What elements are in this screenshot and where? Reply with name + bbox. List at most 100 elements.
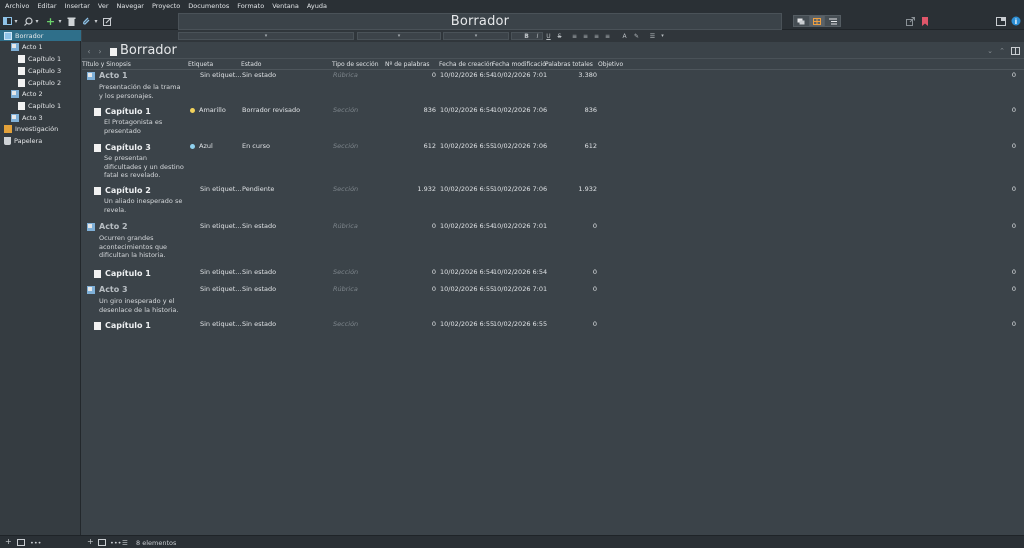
row-label[interactable]: Sin etiquet... (200, 71, 241, 79)
highlight-icon[interactable]: ✎ (632, 32, 641, 40)
document-icon (94, 143, 101, 152)
scrivenings-view-icon[interactable] (794, 16, 810, 26)
menu-item[interactable]: Ver (98, 2, 109, 10)
search-icon[interactable] (24, 15, 33, 27)
bold-button[interactable]: B (522, 32, 531, 40)
paragraph-style-select[interactable]: ▾ (178, 32, 354, 40)
chevron-up-icon[interactable]: ⌃ (998, 45, 1006, 57)
binder-item[interactable]: Investigación (0, 123, 81, 134)
col-word-count[interactable]: Nº de palabras (385, 61, 430, 68)
toolbar-title: Borrador (450, 14, 510, 29)
more-options-icon[interactable]: ••• (110, 539, 122, 547)
inspector-layout-icon[interactable] (996, 15, 1006, 27)
font-family-select[interactable]: ▾ (357, 32, 441, 40)
outliner-row[interactable]: Acto 1 Presentación de la trama y los per… (82, 71, 1024, 101)
binder-item[interactable]: Papelera (0, 135, 81, 146)
align-center-icon[interactable]: ≡ (581, 32, 590, 40)
add-folder-icon[interactable] (98, 539, 106, 548)
menu-item[interactable]: Editar (37, 2, 56, 10)
binder-item[interactable]: Borrador (0, 30, 81, 41)
row-status: En curso (242, 142, 271, 150)
col-title[interactable]: Título y Sinopsis (82, 61, 131, 68)
col-total-words[interactable]: Palabras totales (545, 61, 593, 68)
menu-item[interactable]: Archivo (5, 2, 29, 10)
font-style-select[interactable]: ▾ (443, 32, 509, 40)
add-folder-icon[interactable] (17, 539, 25, 548)
share-icon[interactable] (906, 15, 915, 27)
binder-item[interactable]: Acto 1 (0, 41, 81, 52)
menu-item[interactable]: Ayuda (307, 2, 327, 10)
row-label[interactable]: Sin etiquet... (200, 222, 241, 230)
outliner-view-icon[interactable] (825, 16, 840, 26)
binder-item[interactable]: Acto 2 (0, 88, 81, 99)
add-icon[interactable]: + (5, 537, 12, 546)
chevron-down-icon[interactable]: ▾ (34, 15, 40, 27)
chevron-down-icon[interactable]: ▾ (658, 32, 667, 40)
list-icon[interactable]: ☰ (648, 32, 657, 40)
chevron-down-icon[interactable]: ⌄ (986, 45, 994, 57)
split-editor-icon[interactable] (1011, 45, 1020, 57)
row-label[interactable]: Sin etiquet... (200, 320, 241, 328)
row-label[interactable]: Sin etiquet... (200, 285, 241, 293)
menu-bar: Archivo Editar Insertar Ver Navegar Proyecto D… (0, 0, 1024, 12)
attachment-icon[interactable] (82, 15, 91, 27)
binder-item[interactable]: Capítulo 2 (0, 77, 81, 88)
menu-item[interactable]: Ventana (272, 2, 299, 10)
col-modified[interactable]: Fecha modificació (492, 61, 546, 68)
chevron-down-icon[interactable]: ▾ (57, 15, 63, 27)
outliner-row[interactable]: Capítulo 3 Se presentan dificultades y un… (82, 142, 1024, 179)
binder-item[interactable]: Acto 3 (0, 112, 81, 123)
corkboard-view-icon[interactable] (809, 16, 826, 26)
document-icon (18, 78, 25, 87)
row-total-words: 0 (592, 285, 597, 293)
document-title-box[interactable]: Borrador (178, 13, 782, 30)
col-label[interactable]: Etiqueta (188, 61, 213, 68)
outliner-row[interactable]: Capítulo 1 El Protagonista es presentado A… (82, 106, 1024, 136)
col-target[interactable]: Objetivo (598, 61, 623, 68)
align-right-icon[interactable]: ≡ (592, 32, 601, 40)
binder-item[interactable]: Capítulo 1 (0, 100, 81, 111)
binder-item-label: Acto 1 (22, 42, 43, 51)
binder-item[interactable]: Capítulo 3 (0, 65, 81, 76)
col-status[interactable]: Estado (241, 61, 261, 68)
menu-item[interactable]: Formato (237, 2, 264, 10)
row-label[interactable]: Sin etiquet... (200, 268, 241, 276)
binder-sidebar: Borrador Acto 1 Capítulo 1 Capítulo 3 Capítu… (0, 30, 81, 535)
row-label[interactable]: Sin etiquet... (200, 185, 241, 193)
document-icon (94, 107, 101, 116)
strikethrough-button[interactable]: S (555, 32, 564, 40)
research-folder-icon (4, 124, 12, 133)
text-color-icon[interactable]: A (620, 32, 629, 40)
outliner-row[interactable]: Capítulo 1 Sin etiquet... Sin estado Secció… (82, 320, 1024, 350)
column-options-icon[interactable]: ☰ (122, 539, 128, 547)
chevron-down-icon[interactable]: ▾ (13, 15, 19, 27)
col-section-type[interactable]: Tipo de sección (332, 61, 379, 68)
binder-item[interactable]: Capítulo 1 (0, 53, 81, 64)
outliner-row[interactable]: Capítulo 2 Un aliado inesperado se revela… (82, 185, 1024, 215)
binder-toggle-icon[interactable] (3, 15, 12, 27)
align-left-icon[interactable]: ≡ (570, 32, 579, 40)
info-icon[interactable]: i (1011, 15, 1021, 27)
outliner-row[interactable]: Acto 2 Ocurren grandes acontecimientos qu… (82, 222, 1024, 259)
compose-icon[interactable] (103, 15, 112, 27)
chevron-down-icon[interactable]: ▾ (93, 15, 99, 27)
more-options-icon[interactable]: ••• (30, 539, 42, 547)
bookmark-icon[interactable] (921, 15, 929, 27)
col-created[interactable]: Fecha de creación (439, 61, 493, 68)
outliner-row[interactable]: Acto 3 Un giro inesperado y el desenlace … (82, 285, 1024, 315)
menu-item[interactable]: Navegar (117, 2, 144, 10)
underline-button[interactable]: U (544, 32, 553, 40)
row-label[interactable]: Azul (190, 142, 213, 150)
row-total-words: 3.380 (578, 71, 597, 79)
add-icon[interactable]: + (87, 537, 94, 546)
back-arrow-icon[interactable]: ‹ (85, 45, 93, 57)
menu-item[interactable]: Proyecto (152, 2, 180, 10)
menu-item[interactable]: Insertar (65, 2, 90, 10)
menu-item[interactable]: Documentos (188, 2, 229, 10)
justify-icon[interactable]: ≡ (603, 32, 612, 40)
add-icon[interactable]: + (46, 15, 55, 28)
trash-icon[interactable] (67, 15, 76, 27)
row-label[interactable]: Amarillo (190, 106, 226, 114)
forward-arrow-icon[interactable]: › (96, 45, 104, 57)
italic-button[interactable]: I (533, 32, 542, 40)
